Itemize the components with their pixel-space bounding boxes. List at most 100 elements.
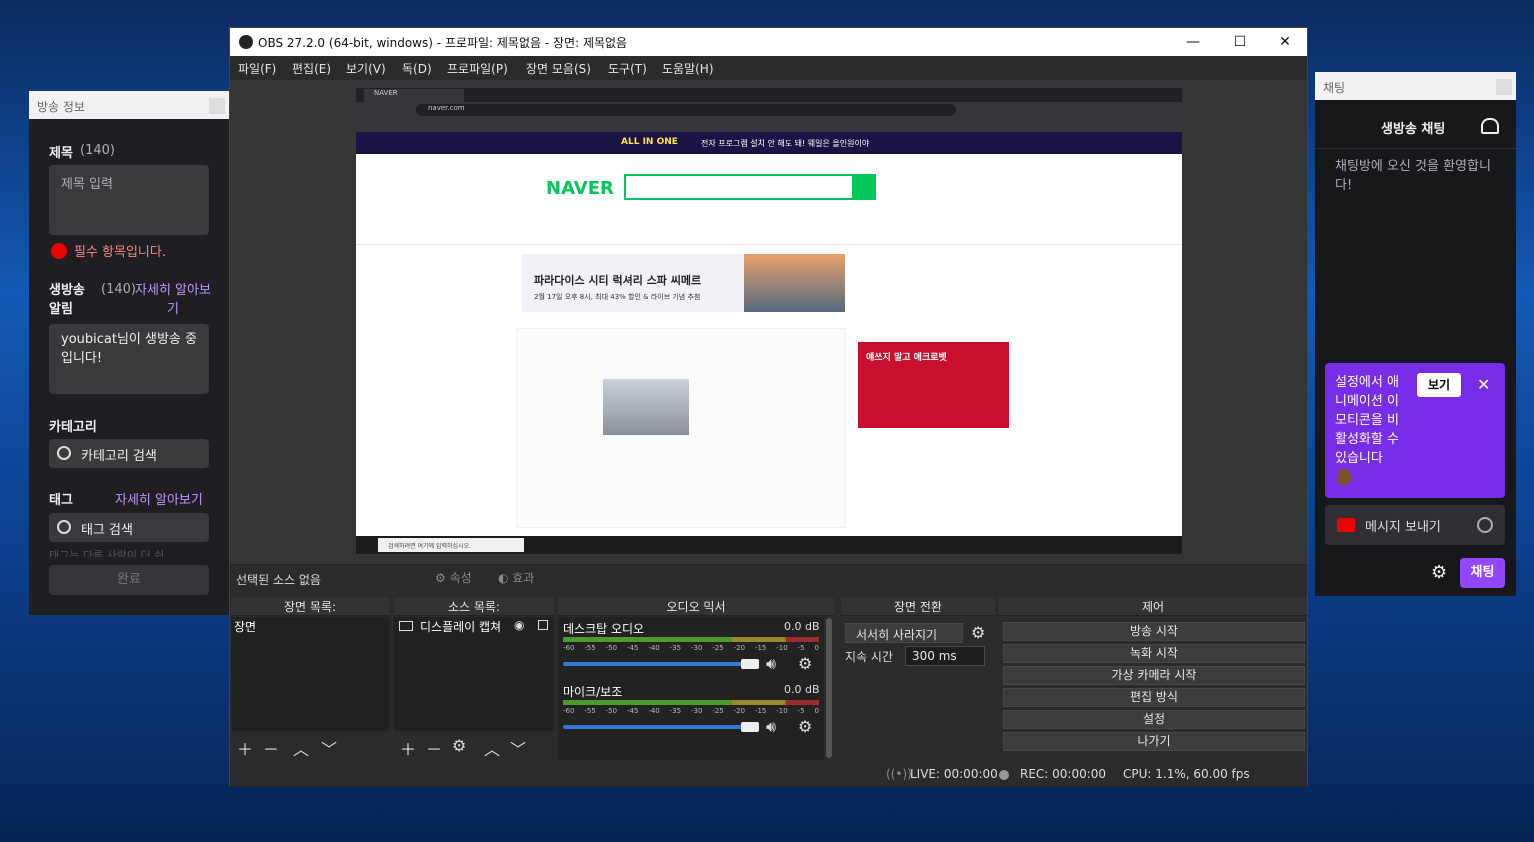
gear-icon[interactable]: ⚙ [971,623,985,642]
cpu-status: CPU: 1.1%, 60.00 fps [1123,767,1250,781]
panel-header-title: 방송 정보 [37,100,85,114]
up-icon[interactable]: ︿ [293,736,309,760]
menu-profile[interactable]: 프로파일(P) [447,60,508,77]
status-bar: ((•)) LIVE: 00:00:00 REC: 00:00:00 CPU: … [230,761,1307,787]
start-streaming-button[interactable]: 방송 시작 [1003,622,1305,641]
title-input[interactable]: 제목 입력 [49,165,209,235]
down-icon[interactable]: ﹀ [321,736,337,760]
desktop-volume-slider[interactable] [563,659,759,669]
whale-banner: ALL IN ONE 전자 프로그램 설치 안 해도 돼! 웨일은 올인원이야 [356,132,1182,154]
live-time: LIVE: 00:00:00 [910,767,998,781]
gear-icon[interactable]: ⚙ [798,654,812,673]
news-image [603,379,689,435]
remove-icon[interactable]: － [426,736,442,760]
menu-view[interactable]: 보기(V) [346,60,386,77]
studio-mode-button[interactable]: 편집 방식 [1003,688,1305,707]
speaker-icon[interactable]: 🔊︎ [766,654,776,674]
mixer-title: 오디오 믹서 [558,598,834,616]
users-icon[interactable] [1481,118,1499,134]
menu-file[interactable]: 파일(F) [238,60,276,77]
sources-list[interactable]: 디스플레이 캡쳐 ◉ [394,617,554,731]
preview-area[interactable]: NAVER naver.com ALL IN ONE 전자 프로그램 설치 안 … [230,80,1307,564]
obs-window: OBS 27.2.0 (64-bit, windows) - 프로파일: 제목없… [229,27,1308,787]
notif-learn-more-link[interactable]: 자세히 알아보기 [133,281,213,319]
duration-input[interactable]: 300 ms [905,646,985,666]
toast-view-button[interactable]: 보기 [1417,373,1461,397]
remove-icon[interactable]: － [263,736,279,760]
gear-icon[interactable]: ⚙ [452,736,466,755]
tags-label: 태그 [49,493,73,508]
slider-handle[interactable] [741,722,759,732]
start-recording-button[interactable]: 녹화 시작 [1003,644,1305,663]
slider-handle[interactable] [741,659,759,669]
transition-select[interactable]: 서서히 사라지기 [845,623,963,643]
required-error: 필수 항목입니다. [74,245,166,260]
category-label: 카테고리 [49,420,97,435]
tags-learn-more-link[interactable]: 자세히 알아보기 [115,489,203,508]
no-source-label: 선택된 소스 없음 [236,573,321,587]
mixer-body: 데스크탑 오디오 0.0 dB -60 -55 -50 -45 -40 -35 -30 -25… [558,617,824,760]
menu-help[interactable]: 도움말(H) [662,60,714,77]
menu-scene-collection[interactable]: 장면 모음(S) [526,60,591,77]
menu-edit[interactable]: 편집(E) [292,60,331,77]
transition-value: 서서히 사라지기 [856,628,938,642]
properties-button[interactable]: ⚙ 속성 [435,569,491,589]
add-icon[interactable]: ＋ [400,736,416,760]
filters-button[interactable]: ◐ 효과 [498,569,554,589]
speaker-icon[interactable]: 🔊︎ [766,717,776,737]
tick-label: -60 [563,707,575,715]
menu-tools[interactable]: 도구(T) [608,60,647,77]
chat-panel: 채팅 생방송 채팅 채팅방에 오신 것을 환영합니다! 설정에서 애니메이션 이… [1315,72,1516,596]
mic-audio-label: 마이크/보조 [563,685,623,699]
settings-button[interactable]: 설정 [1003,710,1305,729]
animation-toast: 설정에서 애니메이션 이모티콘을 비활성화할 수 있습니다 보기 ✕ [1325,363,1505,498]
tags-search-input[interactable]: 태그 검색 [49,513,209,542]
chat-title: 생방송 채팅 [1381,122,1446,137]
tick-label: -5 [797,644,805,652]
title-count: (140) [80,143,115,158]
mic-volume-slider[interactable] [563,722,759,732]
menu-dock[interactable]: 독(D) [402,60,432,77]
maximize-icon[interactable]: ☐ [1217,28,1263,56]
category-search-input[interactable]: 카테고리 검색 [49,439,209,468]
chat-send-label: 채팅 [1470,565,1495,580]
notif-input[interactable]: youbicat님이 생방송 중입니다! [49,324,209,394]
news-area [516,328,846,528]
notif-label: 생방송 알림 [49,283,85,317]
down-icon[interactable]: ﹀ [510,736,526,760]
scenes-list[interactable]: 장면 [231,617,389,731]
scenes-title: 장면 목록: [231,598,389,616]
source-item[interactable]: 디스플레이 캡쳐 [420,618,501,635]
start-virtual-camera-button[interactable]: 가상 카메라 시작 [1003,666,1305,685]
mixer-scrollbar[interactable] [826,618,832,758]
chat-send-button[interactable]: 채팅 [1460,558,1505,588]
tick-label: -45 [626,707,639,715]
gear-icon[interactable]: ⚙ [1431,562,1447,583]
gear-icon[interactable]: ⚙ [798,717,812,736]
tick-label: -15 [754,644,767,652]
chat-message-input[interactable]: 메시지 보내기 [1325,505,1505,545]
rec-time: REC: 00:00:00 [1020,767,1107,781]
close-icon[interactable] [209,98,225,114]
exit-button[interactable]: 나가기 [1003,732,1305,751]
up-icon[interactable]: ︿ [484,736,500,760]
close-icon[interactable]: ✕ [1477,375,1490,394]
close-icon[interactable] [1496,79,1512,95]
eye-icon[interactable]: ◉ [514,618,524,632]
close-icon[interactable]: ✕ [1262,28,1308,56]
emoji-icon[interactable] [1477,517,1493,533]
done-label: 완료 [117,572,141,587]
minimize-icon[interactable]: — [1170,28,1216,56]
scene-item[interactable]: 장면 [234,618,256,635]
browser-tab: NAVER [364,89,464,102]
search-icon [57,520,71,534]
lock-icon[interactable] [538,620,548,630]
tick-label: -50 [605,644,618,652]
done-button[interactable]: 완료 [49,565,209,595]
tick-label: -60 [563,644,575,652]
tick-label: -50 [605,707,618,715]
transitions-title: 장면 전환 [841,598,995,616]
chat-welcome: 채팅방에 오신 것을 환영합니다! [1335,159,1491,193]
tick-label: 0 [814,707,819,715]
add-icon[interactable]: ＋ [237,736,253,760]
